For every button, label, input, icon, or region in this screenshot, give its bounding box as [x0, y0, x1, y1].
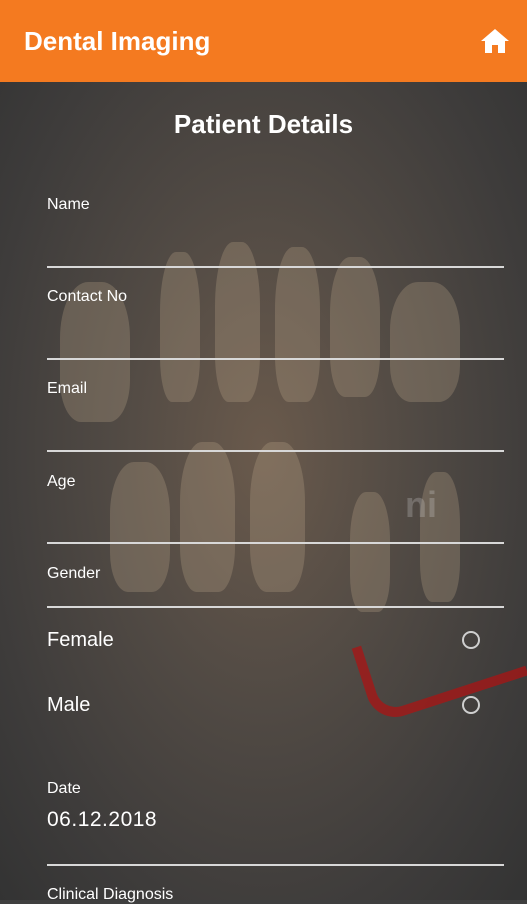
gender-option-female[interactable]: Female [47, 620, 480, 660]
email-label: Email [47, 380, 88, 397]
contact-field: Contact No [47, 288, 504, 360]
name-field: Name [47, 196, 504, 268]
email-input[interactable] [47, 414, 504, 450]
age-underline [47, 542, 504, 544]
home-icon [481, 29, 509, 53]
female-radio[interactable] [462, 631, 480, 649]
clinical-diagnosis-field: Clinical Diagnosis [47, 886, 504, 904]
app-bar: Dental Imaging [0, 0, 527, 82]
date-field[interactable]: Date 06.12.2018 [47, 780, 504, 866]
contact-input[interactable] [47, 322, 504, 358]
clinical-diagnosis-label: Clinical Diagnosis [47, 886, 174, 903]
name-input[interactable] [47, 230, 504, 266]
gender-option-male[interactable]: Male [47, 685, 480, 725]
gender-field: Gender [47, 565, 504, 608]
name-label: Name [47, 196, 90, 213]
contact-underline [47, 358, 504, 360]
age-label: Age [47, 473, 76, 490]
contact-label: Contact No [47, 288, 128, 305]
age-field: Age [47, 473, 504, 544]
app-title: Dental Imaging [24, 25, 211, 56]
date-label: Date [47, 780, 81, 797]
gender-label: Gender [47, 565, 101, 582]
female-label: Female [47, 628, 114, 651]
age-input[interactable] [47, 507, 504, 543]
date-value[interactable]: 06.12.2018 [47, 808, 157, 832]
home-button[interactable] [478, 24, 512, 58]
male-radio[interactable] [462, 696, 480, 714]
page-title: Patient Details [173, 109, 354, 139]
gender-underline [47, 606, 504, 608]
patient-form: Patient Details Name Contact No Email Ag… [0, 82, 527, 903]
name-underline [47, 266, 504, 268]
email-field: Email [47, 380, 504, 452]
date-underline [47, 864, 504, 866]
male-label: Male [47, 693, 91, 716]
email-underline [47, 450, 504, 452]
